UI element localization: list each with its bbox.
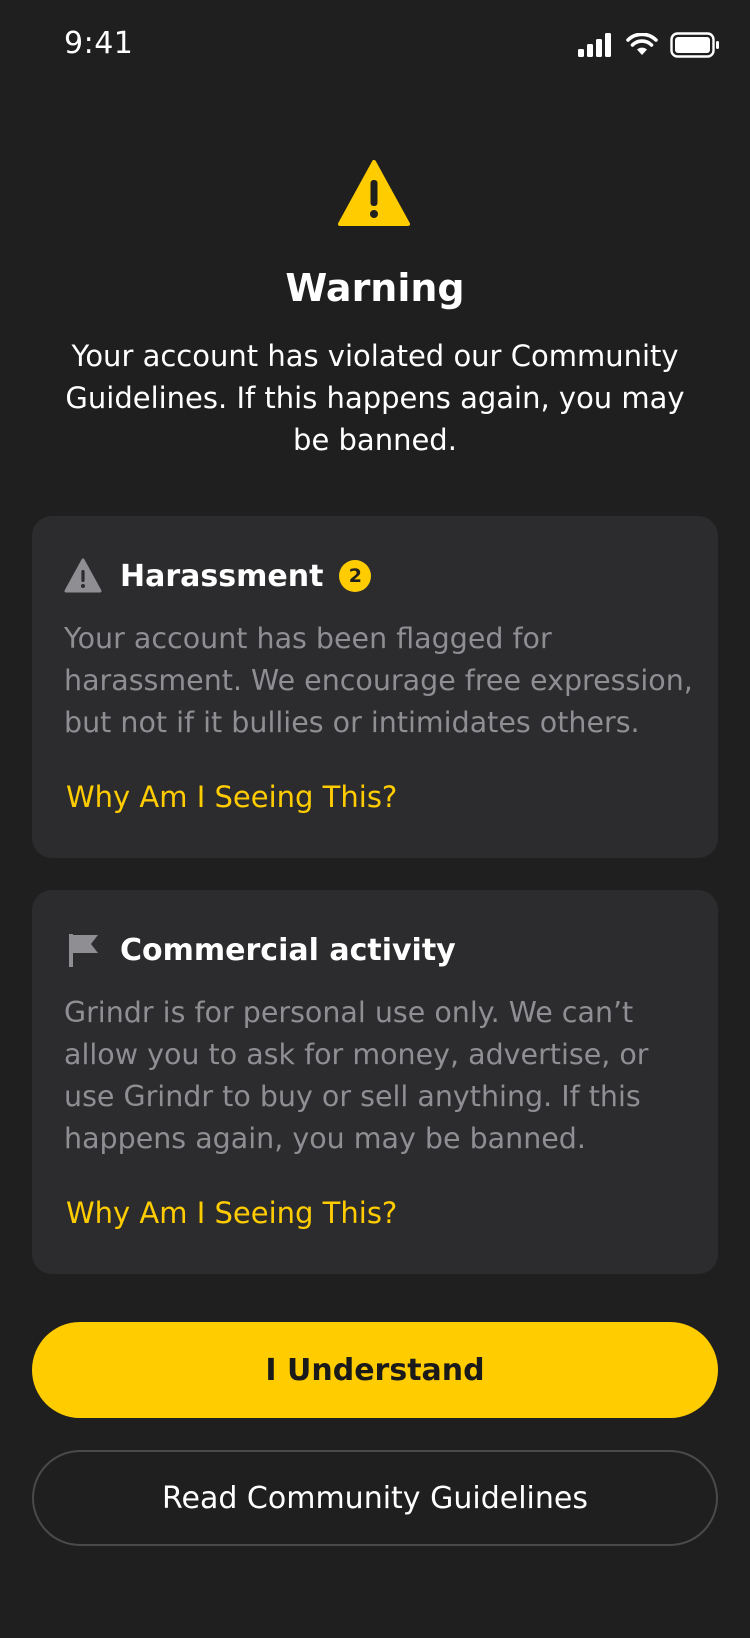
page-subtitle: Your account has violated our Community …: [65, 339, 685, 457]
violation-card-harassment: Harassment 2 Your account has been flagg…: [32, 516, 718, 858]
card-description: Grindr is for personal use only. We can’…: [64, 996, 649, 1155]
cellular-signal-icon: [578, 33, 611, 57]
violation-card-commercial-activity: Commercial activity Grindr is for person…: [32, 890, 718, 1274]
warning-triangle-icon: [338, 160, 410, 226]
page-title: Warning: [285, 266, 465, 310]
count-badge: 2: [339, 560, 372, 592]
card-header: Harassment 2: [64, 556, 372, 596]
read-community-guidelines-button[interactable]: Read Community Guidelines: [32, 1450, 718, 1546]
i-understand-button[interactable]: I Understand: [32, 1322, 718, 1418]
card-title: Commercial activity: [120, 932, 456, 968]
warning-triangle-icon: [64, 558, 102, 594]
card-description: Your account has been flagged for harass…: [64, 622, 693, 739]
card-title: Harassment: [120, 558, 324, 594]
card-header: Commercial activity: [64, 930, 456, 970]
battery-icon: [670, 32, 719, 58]
why-am-i-seeing-this-link[interactable]: Why Am I Seeing This?: [66, 780, 397, 814]
status-bar: 9:41: [0, 0, 750, 90]
why-am-i-seeing-this-link[interactable]: Why Am I Seeing This?: [66, 1196, 397, 1230]
status-time: 9:41: [64, 26, 134, 61]
status-icons: [578, 30, 720, 60]
wifi-icon: [626, 33, 658, 55]
flag-icon: [64, 932, 102, 968]
